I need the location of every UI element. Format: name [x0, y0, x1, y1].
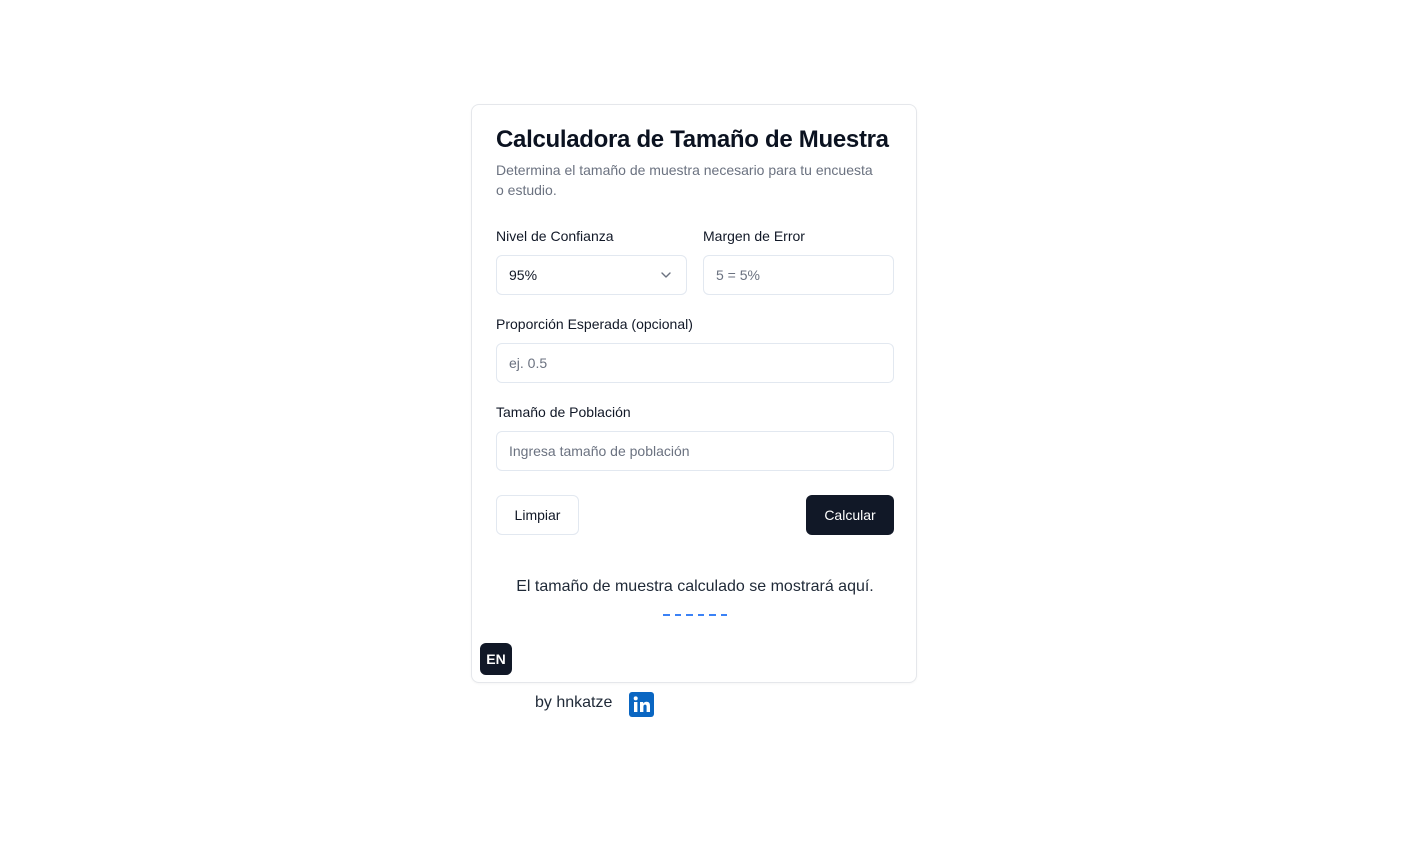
proportion-field-wrapper [496, 343, 894, 383]
page-title: Calculadora de Tamaño de Muestra [496, 126, 889, 153]
clear-button[interactable]: Limpiar [496, 495, 579, 535]
confidence-select-value: 95% [509, 267, 538, 283]
result-placeholder-dashes [663, 614, 727, 616]
proportion-input[interactable] [497, 344, 893, 382]
population-label: Tamaño de Población [496, 404, 631, 420]
confidence-select[interactable]: 95% [496, 255, 687, 295]
margin-label: Margen de Error [703, 228, 805, 244]
language-toggle-button[interactable]: EN [480, 643, 512, 675]
population-field-wrapper [496, 431, 894, 471]
linkedin-link[interactable] [629, 692, 654, 717]
margin-input[interactable] [704, 256, 893, 294]
page-subtitle: Determina el tamaño de muestra necesario… [496, 162, 873, 198]
author-byline: by hnkatze [535, 694, 613, 711]
population-input[interactable] [497, 432, 893, 470]
confidence-label: Nivel de Confianza [496, 228, 614, 244]
linkedin-icon [629, 692, 654, 717]
calculate-button[interactable]: Calcular [806, 495, 894, 535]
result-text: El tamaño de muestra calculado se mostra… [516, 578, 874, 595]
calculator-card: Calculadora de Tamaño de Muestra Determi… [471, 104, 917, 683]
chevron-down-icon [661, 272, 671, 278]
proportion-label: Proporción Esperada (opcional) [496, 316, 693, 332]
margin-field-wrapper [703, 255, 894, 295]
